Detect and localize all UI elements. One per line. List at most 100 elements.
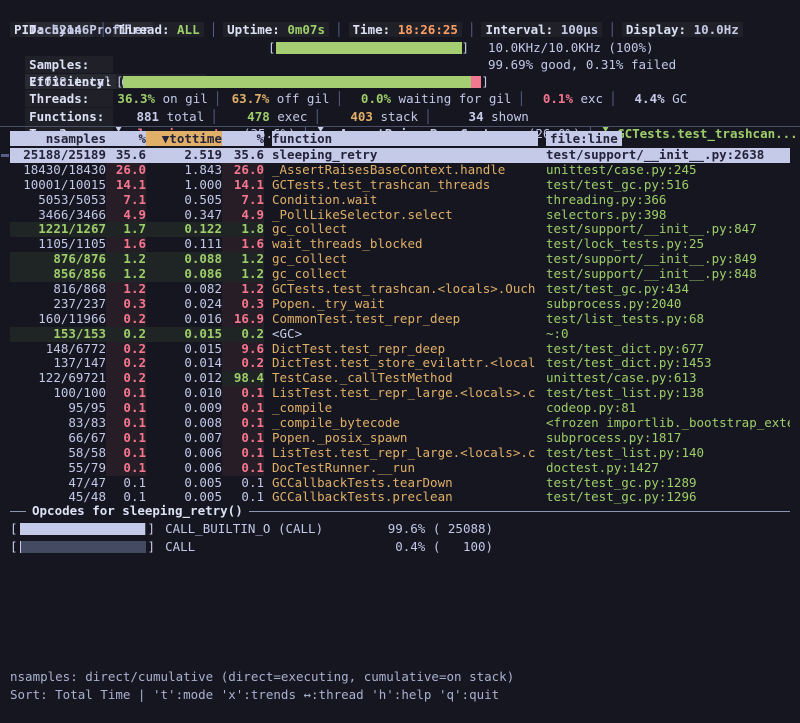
cell-function: ListTest.test_repr_large.<locals>.c... — [272, 446, 538, 461]
table-row[interactable]: 95/950.10.0090.1_compilecodeop.py:81 — [10, 401, 790, 416]
table-row[interactable]: 876/8761.20.0881.2gc_collecttest/support… — [10, 252, 790, 267]
cell-fileline: test/support/__init__.py:849 — [546, 252, 790, 267]
cell-function: <GC> — [272, 327, 538, 342]
column-header-nsamples[interactable]: nsamples — [10, 131, 106, 147]
cell-fileline: ~:0 — [546, 327, 790, 342]
cell-function: DocTestRunner.__run — [272, 461, 538, 476]
cell-nsamples: 5053/5053 — [10, 193, 106, 208]
cell-fileline: unittest/case.py:245 — [546, 163, 790, 178]
top3-row: Top 3:sleeping_retry (35.6%)│_AssertRais… — [10, 108, 794, 125]
info-field-thread: Thread: ALL — [113, 22, 204, 37]
cell-percent: 0.1 — [106, 461, 146, 476]
cell-percent: 7.1 — [106, 193, 146, 208]
cell-function: Popen._posix_spawn — [272, 431, 538, 446]
cell-nsamples: 25188/25189 — [10, 148, 106, 163]
cell-cumpercent: 0.1 — [222, 476, 264, 491]
cell-percent: 1.2 — [106, 282, 146, 297]
table-row[interactable]: 122/697210.20.01298.4TestCase._callTestM… — [10, 371, 790, 386]
field-separator: │ — [602, 22, 622, 37]
table-row[interactable]: 137/1470.20.0140.2DictTest.test_store_ev… — [10, 356, 790, 371]
opcode-name: CALL_BUILTIN_O (CALL) — [165, 520, 375, 537]
table-row[interactable]: 55/790.10.0060.1DocTestRunner.__rundocte… — [10, 461, 790, 476]
cell-tottime: 0.007 — [146, 431, 222, 446]
cell-nsamples: 1105/1105 — [10, 237, 106, 252]
cell-nsamples: 1221/1267 — [10, 222, 106, 237]
cell-fileline: subprocess.py:1817 — [546, 431, 790, 446]
cell-nsamples: 66/67 — [10, 431, 106, 446]
cell-fileline: selectors.py:398 — [546, 208, 790, 223]
column-header-[interactable]: % — [222, 131, 264, 147]
table-row[interactable]: 10001/1001514.11.00014.1GCTests.test_tra… — [10, 178, 790, 193]
cell-nsamples: 55/79 — [10, 461, 106, 476]
info-field-label: PID: — [14, 22, 52, 37]
info-field-label: Display: — [626, 22, 694, 37]
column-header-function[interactable]: function — [272, 131, 538, 147]
field-separator: │ — [204, 22, 224, 37]
table-row[interactable]: 237/2370.30.0240.3Popen._try_waitsubproc… — [10, 297, 790, 312]
table-rows: 25188/2518935.62.51935.6sleeping_retryte… — [10, 148, 790, 505]
info-field-uptime: Uptime: 0m07s — [223, 22, 329, 37]
field-separator: │ — [93, 22, 113, 37]
info-field-label: Uptime: — [227, 22, 287, 37]
column-header-[interactable]: % — [106, 131, 146, 147]
cell-cumpercent: 14.1 — [222, 178, 264, 193]
cell-cumpercent: 1.2 — [222, 252, 264, 267]
table-row[interactable]: 100/1000.10.0100.1ListTest.test_repr_lar… — [10, 386, 790, 401]
cell-tottime: 1.843 — [146, 163, 222, 178]
table-row[interactable]: 58/580.10.0060.1ListTest.test_repr_large… — [10, 446, 790, 461]
cell-nsamples: 100/100 — [10, 386, 106, 401]
column-header-tottime[interactable]: ▼tottime — [146, 131, 222, 147]
opcode-stats: 99.6% ( 25088) — [375, 520, 493, 537]
threads-row: Threads:36.3% on gil│63.7% off gil│0.0% … — [10, 73, 794, 90]
table-row[interactable]: 1221/12671.70.1221.8gc_collecttest/suppo… — [10, 222, 790, 237]
info-field-time: Time: 18:26:25 — [349, 22, 462, 37]
cell-percent: 4.9 — [106, 208, 146, 223]
cell-nsamples: 83/83 — [10, 416, 106, 431]
info-bar: PID: 52146│Thread: ALL│Uptime: 0m07s│Tim… — [10, 21, 794, 38]
table-row[interactable]: 5053/50537.10.5057.1Condition.waitthread… — [10, 193, 790, 208]
table-row[interactable]: 18430/1843026.01.84326.0_AssertRaisesBas… — [10, 163, 790, 178]
cell-percent: 1.2 — [106, 267, 146, 282]
cell-function: gc_collect — [272, 252, 538, 267]
table-row[interactable]: 66/670.10.0070.1Popen._posix_spawnsubpro… — [10, 431, 790, 446]
cell-tottime: 0.024 — [146, 297, 222, 312]
cell-function: GCTests.test_trashcan_threads — [272, 178, 538, 193]
cell-tottime: 0.016 — [146, 312, 222, 327]
table-row[interactable]: 3466/34664.90.3474.9_PollLikeSelector.se… — [10, 208, 790, 223]
opcodes-panel: Opcodes for sleeping_retry() []CALL_BUIL… — [10, 503, 790, 555]
table-row[interactable]: 816/8681.20.0821.2GCTests.test_trashcan.… — [10, 282, 790, 297]
cell-percent: 0.2 — [106, 312, 146, 327]
table-row[interactable]: 47/470.10.0050.1GCCallbackTests.tearDown… — [10, 476, 790, 491]
table-row[interactable]: 1105/11051.60.1111.6wait_threads_blocked… — [10, 237, 790, 252]
cell-nsamples: 95/95 — [10, 401, 106, 416]
opcodes-header: Opcodes for sleeping_retry() — [10, 503, 790, 519]
cell-tottime: 0.086 — [146, 267, 222, 282]
field-separator: │ — [329, 22, 349, 37]
cell-fileline: test/lock_tests.py:25 — [546, 237, 790, 252]
cell-tottime: 0.008 — [146, 416, 222, 431]
cell-cumpercent: 16.9 — [222, 312, 264, 327]
table-row[interactable]: 160/119660.20.01616.9CommonTest.test_rep… — [10, 312, 790, 327]
cell-cumpercent: 0.1 — [222, 416, 264, 431]
cell-percent: 1.7 — [106, 222, 146, 237]
cell-fileline: test/test_gc.py:434 — [546, 282, 790, 297]
column-header-label: function — [272, 131, 538, 146]
info-field-value: 10.0Hz — [694, 22, 739, 37]
opcode-bar-fill — [20, 541, 21, 553]
cell-nsamples: 816/868 — [10, 282, 106, 297]
table-row[interactable]: 856/8561.20.0861.2gc_collecttest/support… — [10, 267, 790, 282]
opcode-row: []CALL0.4% ( 100) — [10, 538, 790, 555]
opcode-bar-close: ] — [148, 538, 156, 555]
table-row[interactable]: 83/830.10.0080.1_compile_bytecode<frozen… — [10, 416, 790, 431]
info-field-display: Display: 10.0Hz — [622, 22, 743, 37]
cell-function: DictTest.test_repr_deep — [272, 342, 538, 357]
opcode-bar-fill — [20, 523, 145, 535]
cell-nsamples: 148/6772 — [10, 342, 106, 357]
cell-function: _compile — [272, 401, 538, 416]
table-row[interactable]: 148/67720.20.0159.6DictTest.test_repr_de… — [10, 342, 790, 357]
cell-function: GCCallbackTests.tearDown — [272, 476, 538, 491]
cell-cumpercent: 0.2 — [222, 356, 264, 371]
table-row-selected[interactable]: 25188/2518935.62.51935.6sleeping_retryte… — [10, 148, 790, 163]
column-header-file:line[interactable]: file:line — [546, 131, 790, 147]
table-row[interactable]: 153/1530.20.0150.2<GC>~:0 — [10, 327, 790, 342]
